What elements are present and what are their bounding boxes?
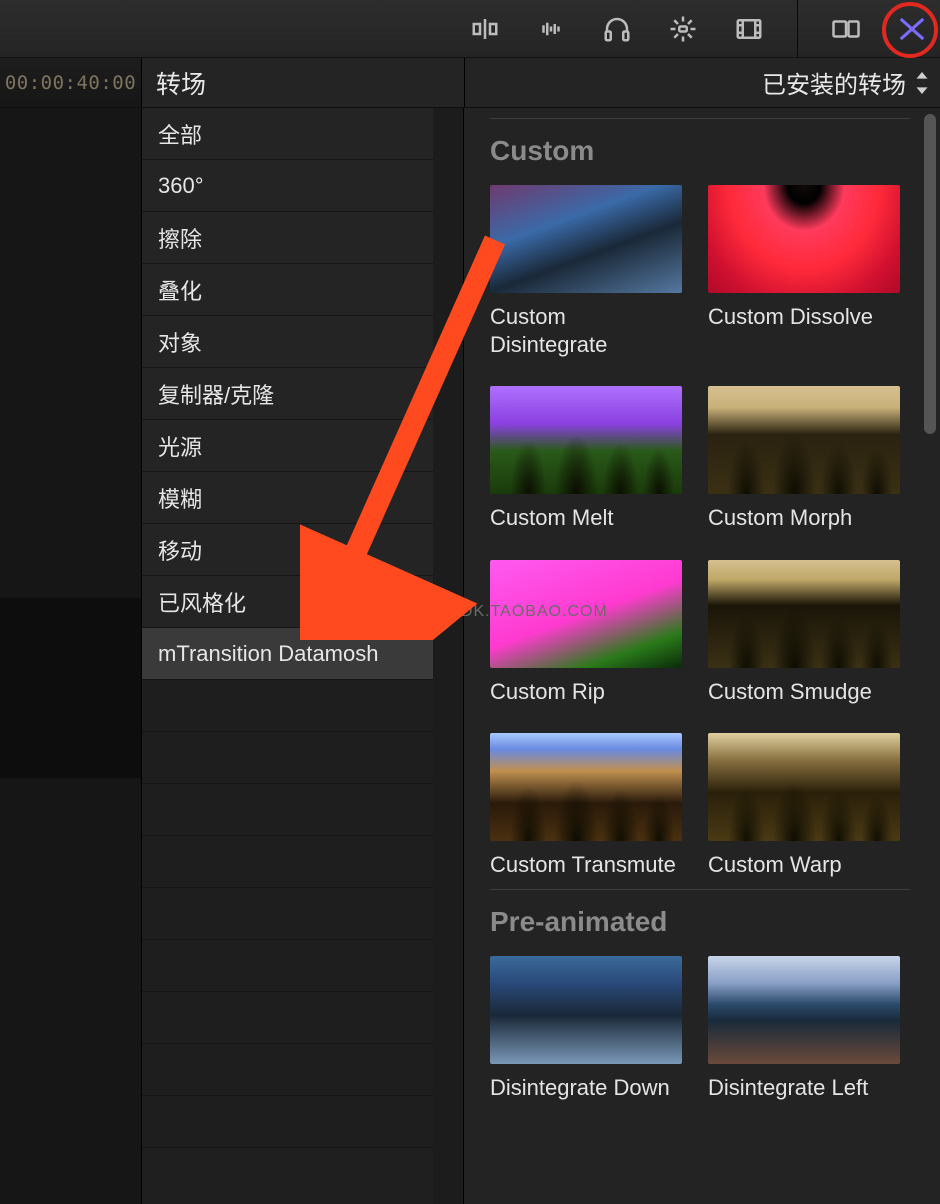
transition-label: Custom Transmute xyxy=(490,851,682,879)
category-empty-row xyxy=(142,784,434,836)
transition-label: Disintegrate Left xyxy=(708,1074,900,1102)
transition-thumbnail xyxy=(490,733,682,841)
main-area: 全部360°擦除叠化对象复制器/克隆光源模糊移动已风格化mTransition … xyxy=(0,108,940,1204)
transition-thumbnail xyxy=(490,185,682,293)
transition-item[interactable]: Custom Smudge xyxy=(708,560,900,706)
transition-item[interactable]: Disintegrate Left xyxy=(708,956,900,1102)
transition-item[interactable]: Custom Transmute xyxy=(490,733,682,879)
category-empty-row xyxy=(142,940,434,992)
section-header: Custom xyxy=(490,135,940,167)
category-item[interactable]: 模糊 xyxy=(142,472,434,524)
transition-item[interactable]: Custom Morph xyxy=(708,386,900,532)
enhance-icon[interactable] xyxy=(663,9,703,49)
transition-item[interactable]: Custom Rip xyxy=(490,560,682,706)
category-empty-row xyxy=(142,836,434,888)
transition-thumbnail xyxy=(490,560,682,668)
transition-item[interactable]: Custom Disintegrate xyxy=(490,185,682,358)
filter-dropdown[interactable]: 已安装的转场 xyxy=(464,58,940,107)
category-empty-row xyxy=(142,888,434,940)
browser-scrollbar[interactable] xyxy=(924,114,936,434)
panel-header: 00:00:40:00 转场 已安装的转场 xyxy=(0,58,940,108)
align-icon[interactable] xyxy=(465,9,505,49)
category-empty-row xyxy=(142,1044,434,1096)
transition-thumbnail xyxy=(490,386,682,494)
timeline-gutter xyxy=(0,108,142,1204)
category-item[interactable]: 360° xyxy=(142,160,434,212)
category-item[interactable]: 叠化 xyxy=(142,264,434,316)
transition-item[interactable]: Custom Warp xyxy=(708,733,900,879)
transitions-icon[interactable] xyxy=(892,9,932,49)
toolbar-separator xyxy=(797,0,798,58)
transition-thumbnail xyxy=(490,956,682,1064)
filter-dropdown-label: 已安装的转场 xyxy=(762,65,906,100)
sidebar-scrollbar[interactable] xyxy=(433,108,463,1204)
transition-item[interactable]: Disintegrate Down xyxy=(490,956,682,1102)
transition-thumbnail xyxy=(708,185,900,293)
compare-icon[interactable] xyxy=(826,9,866,49)
transition-item[interactable]: Custom Dissolve xyxy=(708,185,900,358)
category-item[interactable]: 复制器/克隆 xyxy=(142,368,434,420)
transition-label: Custom Disintegrate xyxy=(490,303,682,358)
category-sidebar: 全部360°擦除叠化对象复制器/克隆光源模糊移动已风格化mTransition … xyxy=(142,108,464,1204)
chevron-updown-icon xyxy=(914,72,930,94)
transition-label: Custom Morph xyxy=(708,504,900,532)
transition-thumbnail xyxy=(708,733,900,841)
category-empty-row xyxy=(142,1096,434,1148)
filmstrip-icon[interactable] xyxy=(729,9,769,49)
category-empty-row xyxy=(142,992,434,1044)
category-item[interactable]: 移动 xyxy=(142,524,434,576)
transition-label: Custom Smudge xyxy=(708,678,900,706)
category-item[interactable]: mTransition Datamosh xyxy=(142,628,434,680)
section-header: Pre-animated xyxy=(490,906,940,938)
headphones-icon[interactable] xyxy=(597,9,637,49)
category-item[interactable]: 擦除 xyxy=(142,212,434,264)
transition-thumbnail xyxy=(708,560,900,668)
transition-thumbnail xyxy=(708,956,900,1064)
category-empty-row xyxy=(142,680,434,732)
category-empty-row xyxy=(142,732,434,784)
transition-label: Custom Dissolve xyxy=(708,303,900,331)
transition-label: Custom Rip xyxy=(490,678,682,706)
top-toolbar xyxy=(0,0,940,58)
transition-label: Custom Melt xyxy=(490,504,682,532)
waveform-icon[interactable] xyxy=(531,9,571,49)
category-item[interactable]: 全部 xyxy=(142,108,434,160)
transitions-browser: Custom Custom Disintegrate Custom Dissolve… xyxy=(464,108,940,1204)
category-item[interactable]: 光源 xyxy=(142,420,434,472)
transition-label: Custom Warp xyxy=(708,851,900,879)
category-item[interactable]: 对象 xyxy=(142,316,434,368)
timecode-display: 00:00:40:00 xyxy=(0,58,142,107)
transition-item[interactable]: Custom Melt xyxy=(490,386,682,532)
panel-title: 转场 xyxy=(142,58,464,107)
transition-thumbnail xyxy=(708,386,900,494)
transition-label: Disintegrate Down xyxy=(490,1074,682,1102)
category-item[interactable]: 已风格化 xyxy=(142,576,434,628)
